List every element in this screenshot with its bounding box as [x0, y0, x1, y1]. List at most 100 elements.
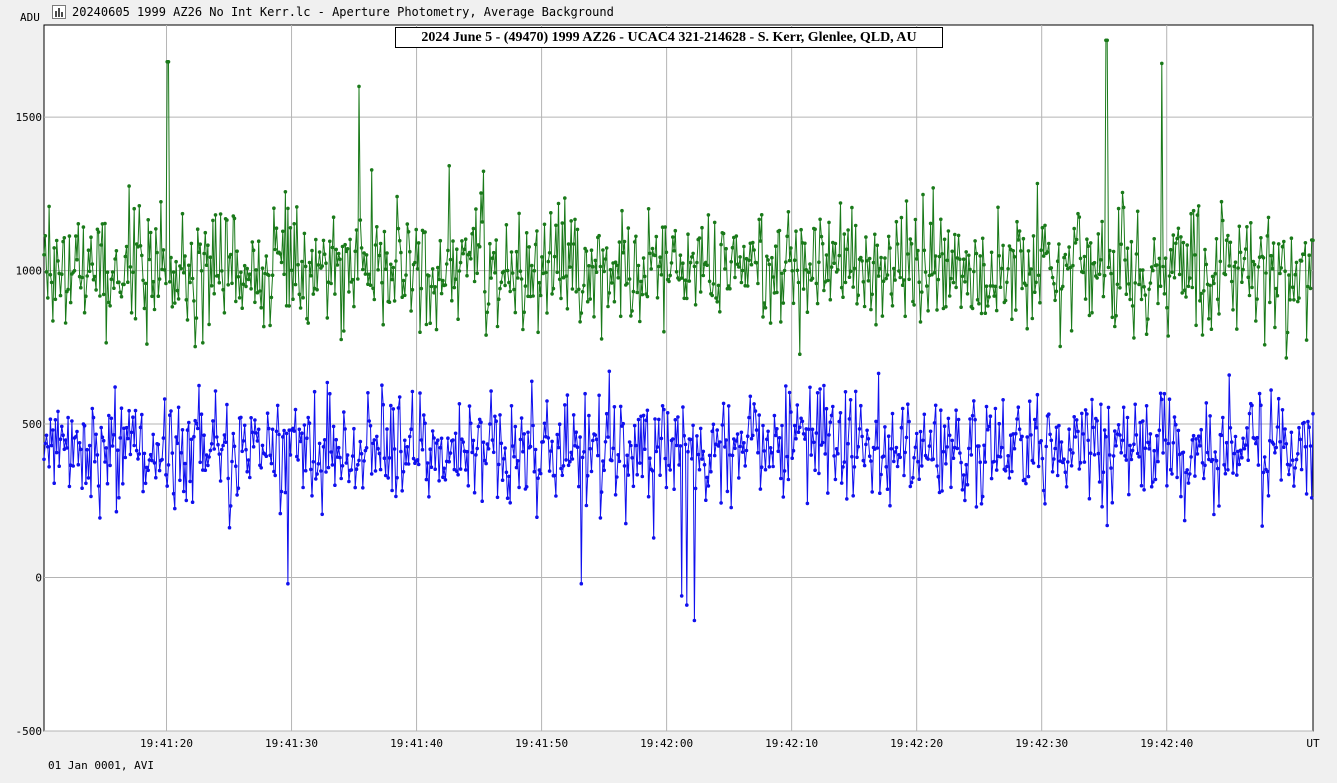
series-1-point	[324, 261, 328, 266]
series-2-point	[1012, 446, 1017, 451]
series-1-point	[1202, 289, 1206, 293]
series-2-point	[488, 422, 492, 426]
series-1-point	[1114, 313, 1118, 318]
series-1-point	[101, 292, 106, 297]
series-2-point	[856, 444, 860, 449]
series-1-point	[767, 262, 772, 267]
series-1-point	[889, 292, 894, 296]
series-1-point	[1102, 273, 1107, 278]
series-2-point	[517, 485, 521, 490]
series-2-point	[967, 446, 971, 451]
series-1-point	[775, 290, 779, 295]
series-2-point	[645, 408, 650, 413]
series-2-point	[1123, 454, 1127, 458]
series-1-point	[1101, 294, 1106, 299]
series-2-point	[288, 453, 293, 457]
series-1-point	[1038, 300, 1042, 305]
series-1-point	[1083, 297, 1088, 301]
series-1-point	[193, 344, 197, 349]
series-1-point	[841, 295, 845, 300]
series-1-point	[472, 279, 477, 284]
series-2-point	[265, 411, 270, 416]
series-2-point	[277, 432, 281, 437]
series-2-point	[161, 436, 166, 440]
series-1-point	[1088, 241, 1093, 245]
series-2-point	[474, 453, 478, 457]
series-1-point	[217, 280, 222, 285]
series-2-point	[65, 446, 69, 450]
series-1-point	[540, 255, 544, 259]
series-1-point	[881, 279, 886, 284]
series-1-point	[335, 263, 340, 267]
series-1-point	[82, 310, 87, 315]
series-2-point	[54, 450, 59, 455]
series-1-point	[522, 310, 526, 315]
series-2-point	[959, 460, 963, 465]
series-2-point	[939, 408, 943, 413]
series-1-point	[441, 278, 445, 283]
series-1-point	[1198, 299, 1202, 303]
series-1-point	[52, 246, 56, 250]
series-1-point	[1097, 272, 1102, 277]
series-2-point	[429, 465, 434, 470]
series-2-point	[859, 403, 863, 408]
series-1-point	[394, 259, 398, 263]
series-2-point	[653, 417, 657, 421]
series-2-point	[292, 429, 297, 433]
series-1-point	[989, 250, 994, 255]
series-2-point	[1160, 397, 1164, 402]
series-1-point	[1241, 267, 1245, 272]
series-2-point	[683, 442, 688, 447]
series-1-point	[616, 276, 620, 280]
series-2-point	[385, 427, 389, 431]
series-2-point	[230, 459, 234, 464]
series-2-point	[627, 440, 632, 444]
series-1-point	[1052, 281, 1056, 286]
series-2-point	[1135, 451, 1140, 456]
series-1-point	[946, 229, 951, 233]
series-1-point	[669, 261, 674, 265]
series-1-point	[189, 241, 194, 246]
series-2-point	[848, 398, 853, 402]
series-1-point	[62, 236, 67, 240]
series-2-point	[958, 451, 962, 455]
series-1-point	[183, 254, 187, 258]
series-1-point	[345, 247, 350, 251]
series-2-point	[465, 449, 469, 454]
series-1-point	[1170, 270, 1174, 275]
series-2-point	[123, 455, 128, 460]
series-2-point	[801, 432, 806, 436]
series-2-point	[855, 455, 859, 460]
series-2-point	[903, 450, 907, 455]
series-2-point	[303, 468, 308, 473]
series-2-point	[1172, 415, 1177, 419]
series-2-point	[416, 462, 421, 467]
series-1-point	[617, 240, 622, 244]
series-2-point	[84, 481, 88, 486]
series-2-point	[156, 442, 161, 447]
series-2-point	[1279, 478, 1283, 482]
series-2-point	[184, 498, 189, 503]
series-1-point	[1134, 252, 1139, 256]
series-2-point	[894, 445, 899, 450]
series-1-point	[953, 232, 957, 237]
series-2-point	[766, 429, 770, 434]
series-1-point	[759, 213, 764, 217]
series-1-point	[108, 304, 112, 308]
series-1-point	[54, 238, 59, 243]
series-1-point	[296, 262, 300, 267]
series-2-point	[725, 489, 730, 494]
series-1-point	[1219, 199, 1224, 204]
series-1-point	[1188, 276, 1192, 280]
series-1-point	[143, 281, 148, 286]
series-2-point	[634, 443, 638, 448]
series-2-point	[881, 454, 886, 459]
series-2-point	[267, 426, 271, 431]
series-2-point	[427, 495, 431, 499]
series-1-point	[700, 225, 704, 230]
series-1-point	[68, 300, 73, 305]
series-2-point	[1190, 438, 1195, 442]
series-2-point	[603, 440, 608, 444]
series-2-point	[542, 421, 547, 426]
series-1-point	[1073, 241, 1078, 245]
